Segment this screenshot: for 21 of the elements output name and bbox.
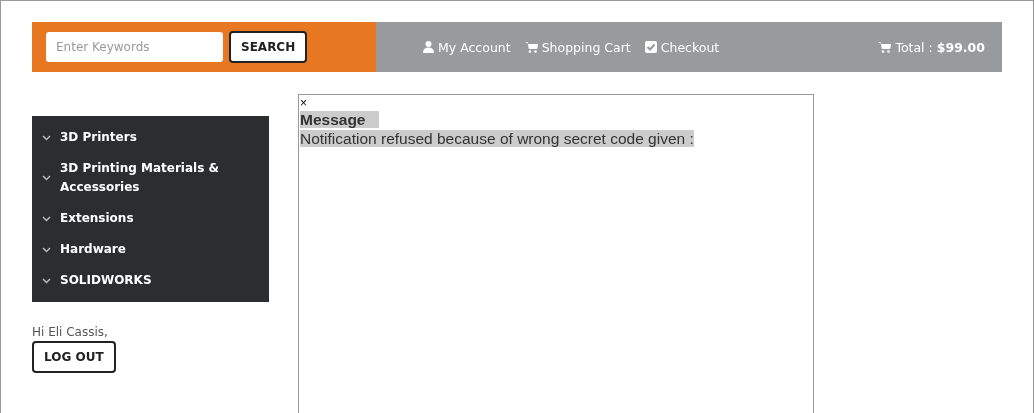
message-text: Notification refused because of wrong secret code given : [300,130,694,147]
chevron-down-icon [42,215,51,222]
category-item[interactable]: 3D Printers [32,122,269,153]
search-button[interactable]: SEARCH [229,31,308,63]
message-title: Message [300,111,380,128]
close-button[interactable]: × [300,96,307,110]
cart-icon [878,41,892,53]
greeting-text: Hi Eli Cassis, [32,325,109,339]
user-icon [423,41,434,53]
logout-button[interactable]: LOG OUT [32,341,116,373]
category-item[interactable]: 3D Printing Materials & Accessories [32,153,269,203]
search-field[interactable]: Enter Keywords [46,32,223,62]
chevron-down-icon [42,175,51,181]
category-item[interactable]: SOLIDWORKS [32,265,269,296]
chevron-down-icon [42,134,51,141]
category-item[interactable]: Hardware [32,234,269,265]
checkbox-icon [644,41,657,53]
chevron-down-icon [42,277,51,284]
category-item[interactable]: Extensions [32,203,269,234]
chevron-down-icon [42,246,51,253]
cart-icon [524,41,538,53]
